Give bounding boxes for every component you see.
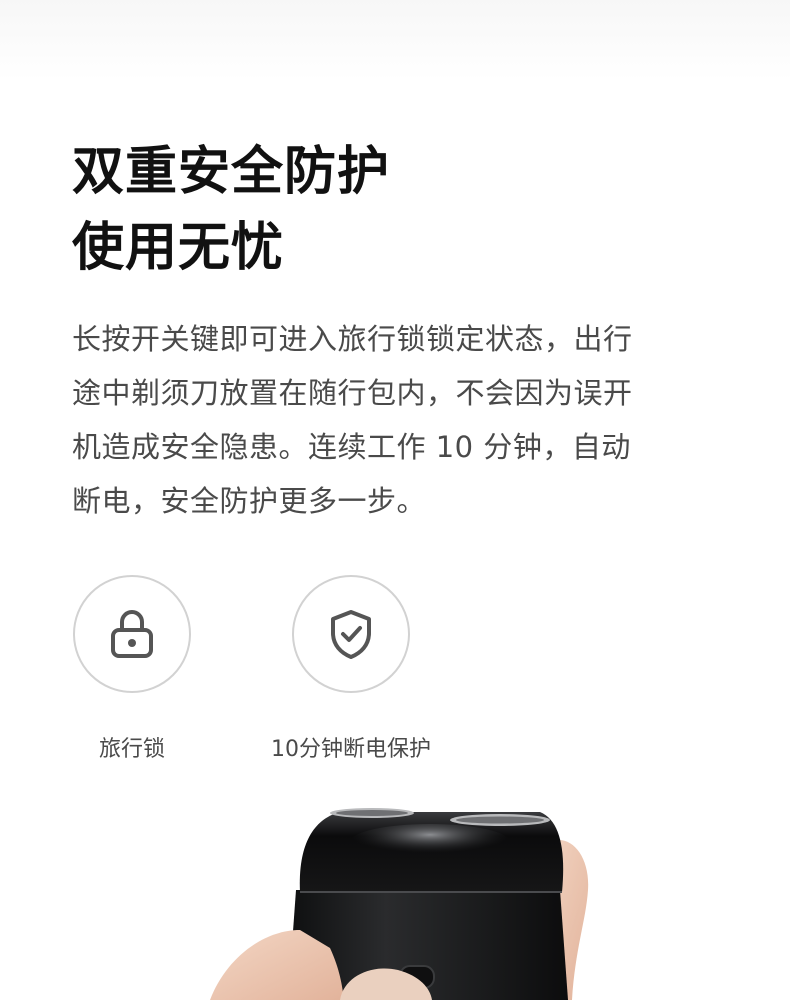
travel-lock-label: 旅行锁	[98, 737, 165, 762]
shaver-in-hand-image	[210, 808, 589, 1000]
description-line-3: 机造成安全隐患。连续工作 10 分钟，自动	[72, 430, 631, 464]
padlock-icon	[111, 610, 153, 658]
auto-poweroff-label: 10分钟断电保护	[271, 737, 431, 762]
headline: 双重安全防护 使用无忧	[72, 134, 390, 286]
headline-line-1: 双重安全防护	[72, 142, 391, 202]
description-line-4: 断电，安全防护更多一步。	[72, 484, 427, 518]
travel-lock-badge	[73, 575, 191, 693]
description-line-2: 途中剃须刀放置在随行包内，不会因为误开	[72, 376, 633, 410]
shield-check-icon	[331, 610, 371, 659]
product-feature-page: 双重安全防护 使用无忧 长按开关键即可进入旅行锁锁定状态，出行 途中剃须刀放置在…	[0, 0, 790, 1000]
feature-description: 长按开关键即可进入旅行锁锁定状态，出行 途中剃须刀放置在随行包内，不会因为误开 …	[72, 312, 722, 528]
description-line-1: 长按开关键即可进入旅行锁锁定状态，出行	[72, 322, 633, 356]
auto-poweroff-badge	[292, 575, 410, 693]
headline-line-2: 使用无忧	[72, 218, 285, 278]
